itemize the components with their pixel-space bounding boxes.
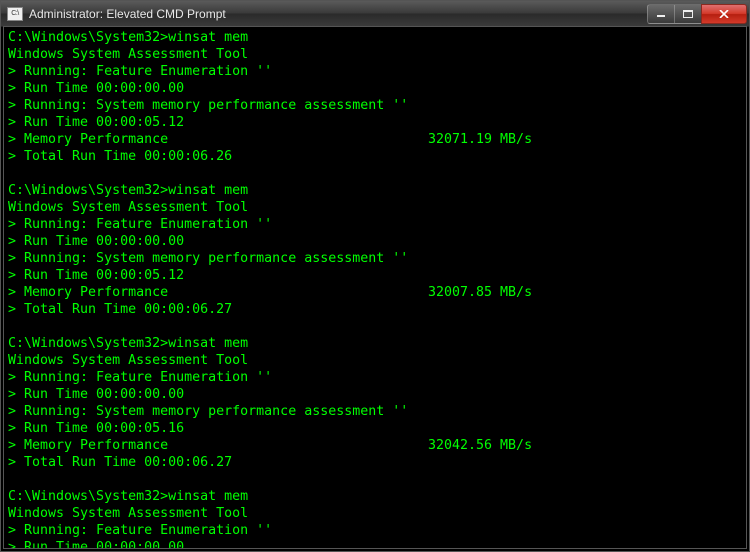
memory-performance-label: > Memory Performance (8, 284, 428, 301)
memory-performance-value: 32071.19 MB/s (428, 131, 532, 148)
terminal-line: > Run Time 00:00:05.16 (8, 420, 742, 437)
terminal-line: C:\Windows\System32>winsat mem (8, 335, 742, 352)
winsat-run-block: C:\Windows\System32>winsat memWindows Sy… (8, 335, 742, 471)
terminal-line: > Run Time 00:00:05.12 (8, 267, 742, 284)
titlebar[interactable]: C:\ Administrator: Elevated CMD Prompt (1, 1, 749, 27)
memory-performance-value: 32042.56 MB/s (428, 437, 532, 454)
terminal-line: > Running: System memory performance ass… (8, 97, 742, 114)
terminal-output: C:\Windows\System32>winsat memWindows Sy… (8, 29, 742, 549)
window-title: Administrator: Elevated CMD Prompt (29, 7, 648, 21)
close-button[interactable] (701, 4, 747, 24)
terminal-line: Windows System Assessment Tool (8, 352, 742, 369)
terminal-line: > Running: System memory performance ass… (8, 403, 742, 420)
blank-line (8, 471, 742, 488)
winsat-run-block: C:\Windows\System32>winsat memWindows Sy… (8, 488, 742, 549)
memory-performance-label: > Memory Performance (8, 131, 428, 148)
terminal-line: > Running: System memory performance ass… (8, 250, 742, 267)
minimize-button[interactable] (647, 4, 675, 24)
terminal-line: > Running: Feature Enumeration '' (8, 522, 742, 539)
winsat-run-block: C:\Windows\System32>winsat memWindows Sy… (8, 182, 742, 318)
total-run-time-line: > Total Run Time 00:00:06.26 (8, 148, 742, 165)
terminal-viewport[interactable]: C:\Windows\System32>winsat memWindows Sy… (3, 26, 747, 549)
terminal-line: > Running: Feature Enumeration '' (8, 369, 742, 386)
terminal-line: > Run Time 00:00:00.00 (8, 386, 742, 403)
terminal-line: Windows System Assessment Tool (8, 199, 742, 216)
memory-performance-line: > Memory Performance32042.56 MB/s (8, 437, 742, 454)
memory-performance-label: > Memory Performance (8, 437, 428, 454)
window-controls (648, 4, 747, 24)
total-run-time-line: > Total Run Time 00:00:06.27 (8, 454, 742, 471)
blank-line (8, 165, 742, 182)
memory-performance-line: > Memory Performance32071.19 MB/s (8, 131, 742, 148)
terminal-line: C:\Windows\System32>winsat mem (8, 182, 742, 199)
terminal-line: C:\Windows\System32>winsat mem (8, 29, 742, 46)
memory-performance-line: > Memory Performance32007.85 MB/s (8, 284, 742, 301)
winsat-run-block: C:\Windows\System32>winsat memWindows Sy… (8, 29, 742, 165)
terminal-line: > Run Time 00:00:05.12 (8, 114, 742, 131)
memory-performance-value: 32007.85 MB/s (428, 284, 532, 301)
terminal-line: > Run Time 00:00:00.00 (8, 233, 742, 250)
maximize-button[interactable] (674, 4, 702, 24)
cmd-icon: C:\ (7, 7, 23, 21)
terminal-line: > Run Time 00:00:00.00 (8, 539, 742, 549)
terminal-line: > Running: Feature Enumeration '' (8, 216, 742, 233)
total-run-time-line: > Total Run Time 00:00:06.27 (8, 301, 742, 318)
terminal-line: Windows System Assessment Tool (8, 505, 742, 522)
terminal-line: > Run Time 00:00:00.00 (8, 80, 742, 97)
terminal-line: Windows System Assessment Tool (8, 46, 742, 63)
blank-line (8, 318, 742, 335)
terminal-line: > Running: Feature Enumeration '' (8, 63, 742, 80)
terminal-line: C:\Windows\System32>winsat mem (8, 488, 742, 505)
